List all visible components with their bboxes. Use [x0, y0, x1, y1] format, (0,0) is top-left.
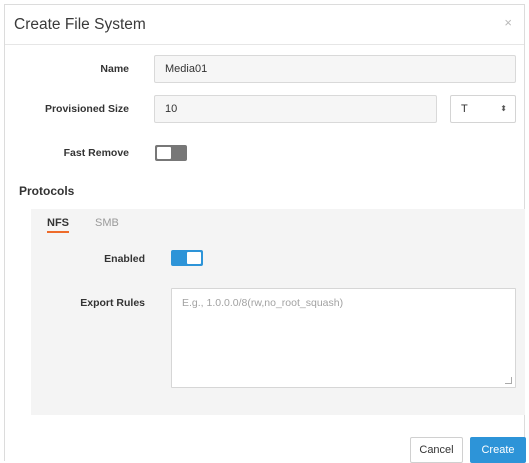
toggle-knob	[157, 147, 171, 159]
size-unit-value: T	[461, 103, 468, 115]
size-unit-select[interactable]: T ⬍	[450, 95, 516, 123]
dialog-header: Create File System ×	[5, 5, 524, 45]
nfs-enabled-toggle[interactable]	[171, 250, 203, 266]
select-arrows-icon: ⬍	[500, 104, 507, 113]
export-rules-label: Export Rules	[80, 297, 145, 309]
name-label: Name	[100, 63, 129, 75]
tab-nfs[interactable]: NFS	[47, 217, 69, 229]
resize-handle-icon[interactable]	[505, 377, 512, 384]
export-rules-textarea[interactable]: E.g., 1.0.0.0/8(rw,no_root_squash)	[171, 288, 516, 388]
toggle-knob	[187, 252, 201, 264]
nfs-enabled-label: Enabled	[104, 253, 145, 265]
provisioned-size-label: Provisioned Size	[44, 103, 129, 115]
export-rules-placeholder: E.g., 1.0.0.0/8(rw,no_root_squash)	[182, 297, 344, 309]
fast-remove-toggle[interactable]	[155, 145, 187, 161]
cancel-button[interactable]: Cancel	[410, 437, 463, 463]
create-file-system-dialog: Create File System × Name Media01 Provis…	[4, 4, 526, 463]
provisioned-size-input[interactable]: 10	[154, 95, 437, 123]
active-tab-indicator	[47, 231, 69, 233]
create-button[interactable]: Create	[470, 437, 526, 463]
close-icon[interactable]: ×	[504, 15, 512, 30]
name-input[interactable]: Media01	[154, 55, 516, 83]
tab-smb[interactable]: SMB	[95, 217, 119, 229]
protocols-title: Protocols	[19, 184, 75, 198]
dialog-title: Create File System	[14, 16, 146, 33]
fast-remove-label: Fast Remove	[63, 147, 129, 159]
